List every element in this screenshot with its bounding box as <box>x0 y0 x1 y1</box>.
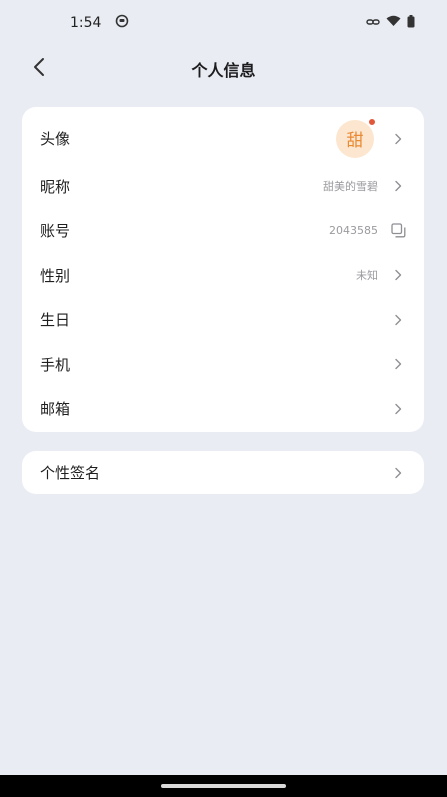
status-bar: 1:54 <box>0 0 447 46</box>
signature-row-right <box>390 465 406 481</box>
gender-label: 性别 <box>40 266 71 285</box>
email-row[interactable]: 邮箱 <box>22 387 424 432</box>
chevron-right-icon <box>390 356 406 372</box>
status-left: 1:54 <box>70 14 129 32</box>
nickname-row-right: 甜美的雪碧 <box>323 178 406 194</box>
email-label: 邮箱 <box>40 400 71 419</box>
phone-row-right <box>390 356 406 372</box>
link-icon <box>366 15 380 31</box>
signature-row[interactable]: 个性签名 <box>22 451 424 494</box>
phone-row[interactable]: 手机 <box>22 342 424 387</box>
battery-icon <box>407 14 415 32</box>
phone-label: 手机 <box>40 355 71 374</box>
profile-card: 头像 甜 昵称 甜美的雪碧 账号 2043585 性别 未知 生日 手机 邮箱 <box>22 107 424 432</box>
chevron-left-icon <box>32 57 46 81</box>
home-indicator[interactable] <box>161 784 286 788</box>
gender-row-right: 未知 <box>356 267 406 283</box>
status-right <box>366 14 415 32</box>
nickname-value: 甜美的雪碧 <box>323 180 378 194</box>
chevron-right-icon <box>390 401 406 417</box>
status-time: 1:54 <box>70 15 102 31</box>
notification-app-icon <box>115 14 129 32</box>
avatar-row[interactable]: 头像 甜 <box>22 113 424 164</box>
back-button[interactable] <box>24 54 54 84</box>
system-navigation-bar <box>0 775 447 797</box>
badge-dot <box>368 117 376 126</box>
birthday-label: 生日 <box>40 311 71 330</box>
header: 个人信息 <box>0 46 447 92</box>
avatar-row-right: 甜 <box>336 117 406 158</box>
signature-label: 个性签名 <box>40 464 101 482</box>
chevron-right-icon <box>390 131 406 147</box>
signature-card: 个性签名 <box>22 451 424 494</box>
gender-value: 未知 <box>356 269 378 283</box>
chevron-right-icon <box>390 465 406 481</box>
nickname-row[interactable]: 昵称 甜美的雪碧 <box>22 164 424 209</box>
nickname-label: 昵称 <box>40 177 71 196</box>
chevron-right-icon <box>390 267 406 283</box>
chevron-right-icon <box>390 178 406 194</box>
birthday-row[interactable]: 生日 <box>22 298 424 343</box>
copy-icon[interactable] <box>390 223 406 239</box>
chevron-right-icon <box>390 312 406 328</box>
avatar-label: 头像 <box>40 130 71 148</box>
page-title: 个人信息 <box>191 61 256 80</box>
gender-row[interactable]: 性别 未知 <box>22 253 424 298</box>
account-row-right: 2043585 <box>329 223 406 239</box>
birthday-row-right <box>390 312 406 328</box>
account-row: 账号 2043585 <box>22 209 424 254</box>
avatar[interactable]: 甜 <box>336 117 376 158</box>
account-value: 2043585 <box>329 224 378 238</box>
email-row-right <box>390 401 406 417</box>
account-label: 账号 <box>40 222 71 241</box>
avatar-text: 甜 <box>346 131 364 151</box>
wifi-icon <box>386 15 401 31</box>
